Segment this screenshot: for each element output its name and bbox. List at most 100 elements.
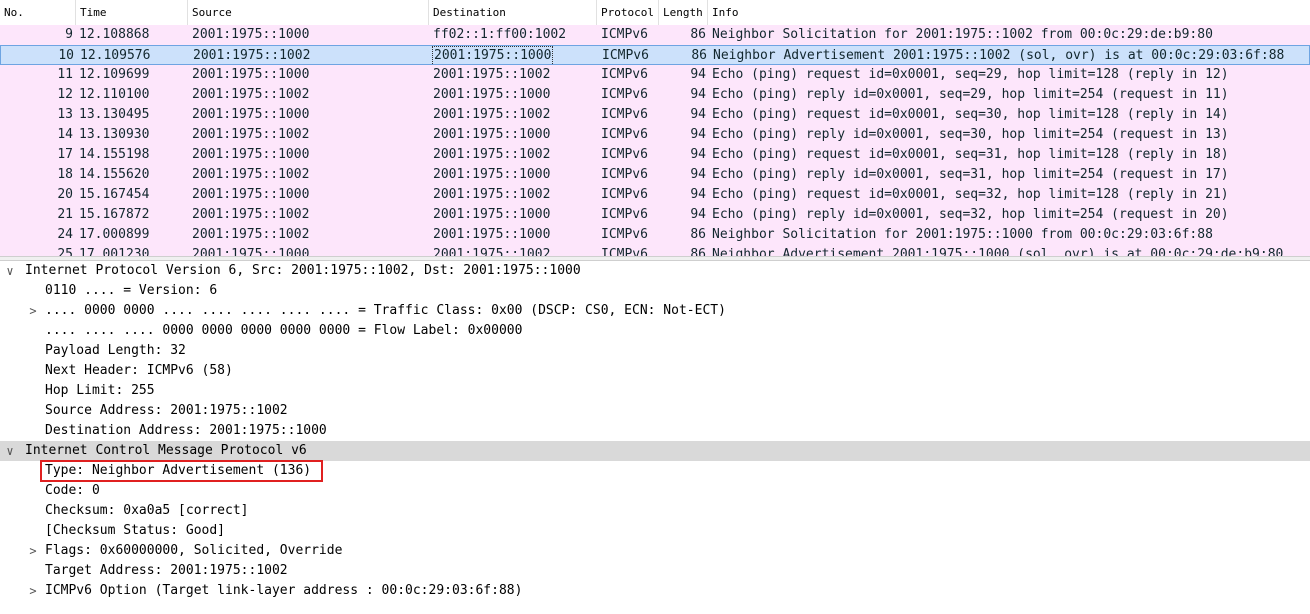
packet-info: Echo (ping) request id=0x0001, seq=32, h… (712, 187, 1229, 202)
packet-source: 2001:1975::1002 (192, 207, 310, 222)
packet-no: 24 (57, 227, 73, 242)
packet-row[interactable]: 10 12.109576 2001:1975::1002 2001:1975::100… (0, 45, 1310, 66)
packet-destination: 2001:1975::1002 (433, 107, 551, 122)
packet-no: 17 (57, 147, 73, 162)
packet-no: 13 (57, 107, 73, 122)
packet-info: Echo (ping) reply id=0x0001, seq=29, hop… (712, 87, 1229, 102)
packet-time: 17.000899 (79, 227, 150, 242)
packet-time: 14.155620 (79, 167, 150, 182)
packet-protocol: ICMPv6 (601, 227, 648, 242)
column-header-info[interactable]: Info (708, 0, 1310, 25)
tree-field[interactable]: Source Address: 2001:1975::1002 (0, 401, 1310, 421)
tree-field[interactable]: Destination Address: 2001:1975::1000 (0, 421, 1310, 441)
column-header-time[interactable]: Time (76, 0, 188, 25)
packet-source: 2001:1975::1000 (192, 147, 310, 162)
column-header-source[interactable]: Source (188, 0, 429, 25)
tree-field[interactable]: Hop Limit: 255 (0, 381, 1310, 401)
column-header-protocol[interactable]: Protocol (597, 0, 659, 25)
packet-row[interactable]: 9 12.108868 2001:1975::1000 ff02::1:ff00:10… (0, 25, 1310, 45)
field-destination-address: Destination Address: 2001:1975::1000 (45, 423, 327, 438)
chevron-right-icon[interactable]: > (26, 541, 40, 561)
packet-protocol: ICMPv6 (601, 27, 648, 42)
packet-source: 2001:1975::1002 (192, 127, 310, 142)
packet-length: 94 (690, 207, 706, 222)
packet-info: Neighbor Advertisement 2001:1975::1002 (… (713, 48, 1285, 63)
column-header-no[interactable]: No. (0, 0, 76, 25)
packet-destination: 2001:1975::1000 (433, 127, 551, 142)
packet-length: 86 (690, 227, 706, 242)
packet-source: 2001:1975::1000 (192, 107, 310, 122)
tree-field[interactable]: Next Header: ICMPv6 (58) (0, 361, 1310, 381)
packet-row[interactable]: 13 13.130495 2001:1975::1000 2001:1975::100… (0, 105, 1310, 125)
packet-protocol: ICMPv6 (601, 187, 648, 202)
column-header-length[interactable]: Length (659, 0, 708, 25)
packet-row[interactable]: 25 17.001230 2001:1975::1000 2001:1975::100… (0, 245, 1310, 256)
packet-protocol: ICMPv6 (601, 87, 648, 102)
packet-no: 25 (57, 247, 73, 256)
tree-node-label: Internet Control Message Protocol v6 (25, 443, 307, 458)
packet-length: 94 (690, 187, 706, 202)
packet-no: 18 (57, 167, 73, 182)
packet-source: 2001:1975::1002 (192, 167, 310, 182)
tree-node-label: Internet Protocol Version 6, Src: 2001:1… (25, 263, 581, 278)
field-next-header: Next Header: ICMPv6 (58) (45, 363, 233, 378)
packet-protocol: ICMPv6 (601, 207, 648, 222)
field-checksum: Checksum: 0xa0a5 [correct] (45, 503, 249, 518)
tree-field[interactable]: 0110 .... = Version: 6 (0, 281, 1310, 301)
tree-field[interactable]: [Checksum Status: Good] (0, 521, 1310, 541)
packet-row[interactable]: 12 12.110100 2001:1975::1002 2001:1975::100… (0, 85, 1310, 105)
packet-length: 86 (690, 27, 706, 42)
packet-source: 2001:1975::1000 (192, 247, 310, 256)
packet-info: Echo (ping) request id=0x0001, seq=31, h… (712, 147, 1229, 162)
chevron-down-icon[interactable]: ∨ (3, 441, 17, 461)
packet-info: Echo (ping) reply id=0x0001, seq=32, hop… (712, 207, 1229, 222)
packet-info: Echo (ping) request id=0x0001, seq=30, h… (712, 107, 1229, 122)
field-payload-length: Payload Length: 32 (45, 343, 186, 358)
field-traffic-class: .... 0000 0000 .... .... .... .... .... … (45, 303, 726, 318)
packet-time: 14.155198 (79, 147, 150, 162)
tree-node-icmpv6[interactable]: ∨ Internet Control Message Protocol v6 (0, 441, 1310, 461)
chevron-down-icon[interactable]: ∨ (3, 261, 17, 281)
tree-node-ipv6[interactable]: ∨ Internet Protocol Version 6, Src: 2001… (0, 261, 1310, 281)
tree-field[interactable]: Checksum: 0xa0a5 [correct] (0, 501, 1310, 521)
packet-row[interactable]: 24 17.000899 2001:1975::1002 2001:1975::100… (0, 225, 1310, 245)
tree-node-flags[interactable]: > Flags: 0x60000000, Solicited, Override (0, 541, 1310, 561)
packet-row[interactable]: 11 12.109699 2001:1975::1000 2001:1975::100… (0, 65, 1310, 85)
packet-row[interactable]: 20 15.167454 2001:1975::1000 2001:1975::100… (0, 185, 1310, 205)
packet-time: 12.109576 (80, 48, 151, 63)
packet-info: Echo (ping) request id=0x0001, seq=29, h… (712, 67, 1229, 82)
packet-row[interactable]: 14 13.130930 2001:1975::1002 2001:1975::100… (0, 125, 1310, 145)
packet-destination: ff02::1:ff00:1002 (433, 27, 567, 42)
tree-field[interactable]: .... .... .... 0000 0000 0000 0000 0000 … (0, 321, 1310, 341)
chevron-right-icon[interactable]: > (26, 301, 40, 321)
packet-time: 17.001230 (79, 247, 150, 256)
tree-field[interactable]: Target Address: 2001:1975::1002 (0, 561, 1310, 581)
packet-no: 14 (57, 127, 73, 142)
tree-field[interactable]: Type: Neighbor Advertisement (136) (0, 460, 1310, 482)
packet-length: 94 (690, 107, 706, 122)
chevron-right-icon[interactable]: > (26, 581, 40, 601)
field-code: Code: 0 (45, 483, 100, 498)
packet-rows: 9 12.108868 2001:1975::1000 ff02::1:ff00:10… (0, 25, 1310, 256)
field-hop-limit: Hop Limit: 255 (45, 383, 155, 398)
packet-protocol: ICMPv6 (602, 48, 649, 63)
tree-field[interactable]: Code: 0 (0, 481, 1310, 501)
packet-row[interactable]: 17 14.155198 2001:1975::1000 2001:1975::100… (0, 145, 1310, 165)
packet-source: 2001:1975::1002 (192, 227, 310, 242)
packet-length: 86 (690, 247, 706, 256)
column-header-destination[interactable]: Destination (429, 0, 597, 25)
packet-list[interactable]: No. Time Source Destination Protocol Len… (0, 0, 1310, 256)
tree-node-traffic-class[interactable]: > .... 0000 0000 .... .... .... .... ...… (0, 301, 1310, 321)
tree-field[interactable]: Payload Length: 32 (0, 341, 1310, 361)
packet-row[interactable]: 21 15.167872 2001:1975::1002 2001:1975::100… (0, 205, 1310, 225)
packet-time: 15.167454 (79, 187, 150, 202)
field-version: 0110 .... = Version: 6 (45, 283, 218, 298)
packet-no: 20 (57, 187, 73, 202)
packet-info: Neighbor Advertisement 2001:1975::1000 (… (712, 247, 1284, 256)
packet-protocol: ICMPv6 (601, 107, 648, 122)
tree-node-icmpv6-option[interactable]: > ICMPv6 Option (Target link-layer addre… (0, 581, 1310, 601)
packet-protocol: ICMPv6 (601, 67, 648, 82)
packet-source: 2001:1975::1000 (192, 27, 310, 42)
packet-row[interactable]: 18 14.155620 2001:1975::1002 2001:1975::100… (0, 165, 1310, 185)
packet-protocol: ICMPv6 (601, 247, 648, 256)
